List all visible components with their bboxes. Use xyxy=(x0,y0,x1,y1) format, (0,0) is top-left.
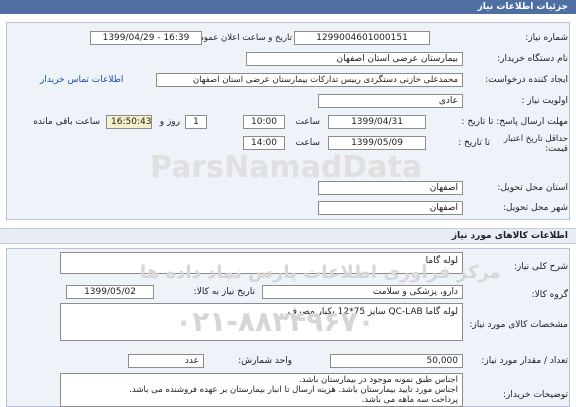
delivery-city-label: شهر محل تحویل: xyxy=(502,203,568,213)
announce-datetime-label: تاریخ و ساعت اعلان عمومی: xyxy=(189,33,292,43)
delivery-province-label: استان محل تحویل: xyxy=(497,183,568,193)
spec-field: لوله گاما QC-LAB سایز 75*12 یکبار مصرف xyxy=(60,303,463,341)
delivery-province-field: اصفهان xyxy=(318,181,463,195)
unit-field: عدد xyxy=(128,354,204,368)
spec-label: مشخصات کالای مورد نیاز: xyxy=(469,320,568,330)
page-title: جزئیات اطلاعات نیاز xyxy=(477,2,568,12)
announce-datetime-field: 1399/04/29 - 16:39 xyxy=(90,31,202,45)
remaining-time-label: ساعت باقی مانده xyxy=(33,117,100,127)
response-date-field: 1399/04/31 xyxy=(328,115,426,129)
request-creator-label: ایجاد کننده درخواست: xyxy=(485,75,568,85)
summary-label: شرح کلی نیاز: xyxy=(513,262,568,272)
response-time-label: ساعت xyxy=(295,117,321,127)
buyer-label: نام دستگاه خریدار: xyxy=(497,54,568,64)
days-label: روز و xyxy=(159,117,180,127)
price-validity-label: حداقل تاریخ اعتبار قیمت: xyxy=(503,134,568,154)
buyer-notes-field: اجناس طبق نمونه موجود در بیمارستان باشد.… xyxy=(60,373,463,407)
goods-group-field: دارو، پزشکی و سلامت xyxy=(262,285,463,299)
buyer-field: بیمارستان عرضی استان اصفهان xyxy=(246,52,463,66)
buyer-notes-label: توضیحات خریدار: xyxy=(502,390,568,400)
response-deadline-label: مهلت ارسال پاسخ: تا تاریخ : xyxy=(461,117,568,127)
summary-field: لوله گاما xyxy=(60,252,463,274)
remaining-days-field: 1 xyxy=(185,115,207,129)
priority-label: اولویت نیاز : xyxy=(521,96,568,106)
notes-line: اجناس مورد تایید بیمارستان باشد. هزینه ا… xyxy=(129,385,458,395)
goods-group-label: گروه کالا: xyxy=(531,290,568,300)
delivery-city-field: اصفهان xyxy=(318,201,463,215)
quantity-field: 50,000 xyxy=(330,354,463,368)
remaining-time-field: 16:50:43 xyxy=(106,115,152,129)
priority-field: عادی xyxy=(318,94,463,108)
page-header: جزئیات اطلاعات نیاز xyxy=(0,0,576,14)
validity-time-label: ساعت xyxy=(295,138,321,148)
validity-until-label: تا تاریخ : xyxy=(458,138,490,148)
need-date-label: تاریخ نیاز به کالا: xyxy=(193,287,255,297)
goods-section-header: اطلاعات کالاهای مورد نیاز xyxy=(0,228,576,244)
goods-section-title: اطلاعات کالاهای مورد نیاز xyxy=(451,231,568,241)
notes-line: اجناس طبق نمونه موجود در بیمارستان باشد. xyxy=(299,375,458,385)
need-number-field: 1299004601000151 xyxy=(294,31,430,45)
buyer-contact-link[interactable]: اطلاعات تماس خریدار xyxy=(40,75,123,85)
validity-time-field: 14:00 xyxy=(243,136,285,150)
unit-label: واحد شمارش: xyxy=(238,356,292,366)
request-creator-field: محمدعلی خازنی دستگردی رییس تدارکات بیمار… xyxy=(156,73,463,87)
need-number-label: شماره نیاز: xyxy=(525,33,568,43)
need-date-field: 1399/05/02 xyxy=(66,285,154,299)
validity-date-field: 1399/05/09 xyxy=(328,136,426,150)
response-time-field: 10:00 xyxy=(243,115,285,129)
notes-line: پرداخت سه ماهه می باشد. xyxy=(361,395,458,405)
quantity-label: تعداد / مقدار مورد نیاز: xyxy=(481,356,568,366)
